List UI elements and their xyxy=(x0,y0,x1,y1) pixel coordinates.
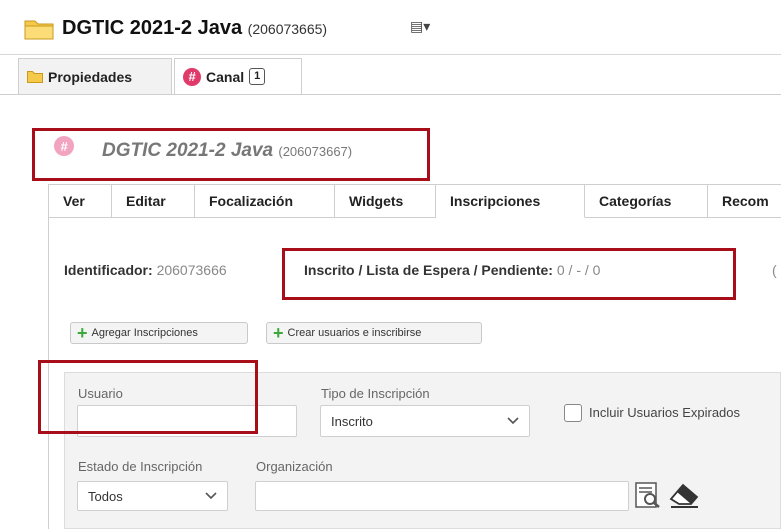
expired-users-checkbox[interactable] xyxy=(564,404,582,422)
org-label: Organización xyxy=(256,459,333,474)
add-enrollments-label: Agregar Inscripciones xyxy=(91,327,198,339)
channel-title-id: (206073667) xyxy=(278,144,353,159)
identificador-value: 206073666 xyxy=(156,262,227,278)
identificador-field: Identificador: 206073666 xyxy=(64,262,227,278)
page-title-id: (206073665) xyxy=(247,21,328,37)
chevron-down-icon xyxy=(507,417,519,425)
search-list-icon[interactable] xyxy=(634,481,662,509)
tab-canal-badge: 1 xyxy=(249,68,266,85)
tab-canal[interactable]: # Canal 1 xyxy=(174,58,302,94)
channel-title-text: DGTIC 2021-2 Java xyxy=(102,140,274,161)
tipo-select-value: Inscrito xyxy=(331,413,373,429)
plus-icon: + xyxy=(77,323,88,343)
tab-canal-label: Canal xyxy=(206,68,245,85)
subtab-inscripciones[interactable]: Inscripciones xyxy=(436,184,585,218)
sub-tab-bar: Ver Editar Focalización Widgets Inscripc… xyxy=(48,184,781,218)
hash-icon: # xyxy=(183,67,201,86)
estado-label: Estado de Inscripción xyxy=(78,459,203,474)
eraser-icon[interactable] xyxy=(668,481,702,509)
plus-icon: + xyxy=(273,323,284,343)
org-input[interactable] xyxy=(255,481,629,511)
truncated-text: ( xyxy=(772,262,777,278)
page-menu-icon[interactable]: ▤▾ xyxy=(410,18,430,35)
estado-select-value: Todos xyxy=(88,488,123,504)
subtab-categorias[interactable]: Categorías xyxy=(585,184,708,218)
tab-propiedades[interactable]: Propiedades xyxy=(18,58,172,94)
identificador-label: Identificador: xyxy=(64,262,153,278)
tab-divider xyxy=(0,94,781,95)
create-users-button[interactable]: + Crear usuarios e inscribirse xyxy=(266,322,482,344)
create-users-label: Crear usuarios e inscribirse xyxy=(287,327,422,339)
subtab-ver[interactable]: Ver xyxy=(48,184,112,218)
subtab-editar[interactable]: Editar xyxy=(112,184,195,218)
tipo-select[interactable]: Inscrito xyxy=(320,405,530,437)
tab-propiedades-label: Propiedades xyxy=(48,68,133,85)
channel-title: DGTIC 2021-2 Java (206073667) xyxy=(102,140,352,162)
subtab-widgets[interactable]: Widgets xyxy=(335,184,436,218)
page-title: DGTIC 2021-2 Java (206073665) xyxy=(62,17,327,40)
highlight-box-usuario xyxy=(38,360,258,434)
channel-hash-icon: # xyxy=(54,136,74,156)
subtab-recom[interactable]: Recom xyxy=(708,184,781,218)
estado-select[interactable]: Todos xyxy=(77,481,228,511)
folder-icon xyxy=(24,20,54,40)
page-title-text: DGTIC 2021-2 Java xyxy=(62,17,243,39)
folder-icon xyxy=(27,71,43,83)
add-enrollments-button[interactable]: + Agregar Inscripciones xyxy=(70,322,248,344)
subtab-focalizacion[interactable]: Focalización xyxy=(195,184,335,218)
chevron-down-icon xyxy=(205,492,217,500)
tipo-label: Tipo de Inscripción xyxy=(321,386,430,401)
highlight-box-inscrito xyxy=(282,248,736,300)
expired-users-label: Incluir Usuarios Expirados xyxy=(589,405,741,420)
